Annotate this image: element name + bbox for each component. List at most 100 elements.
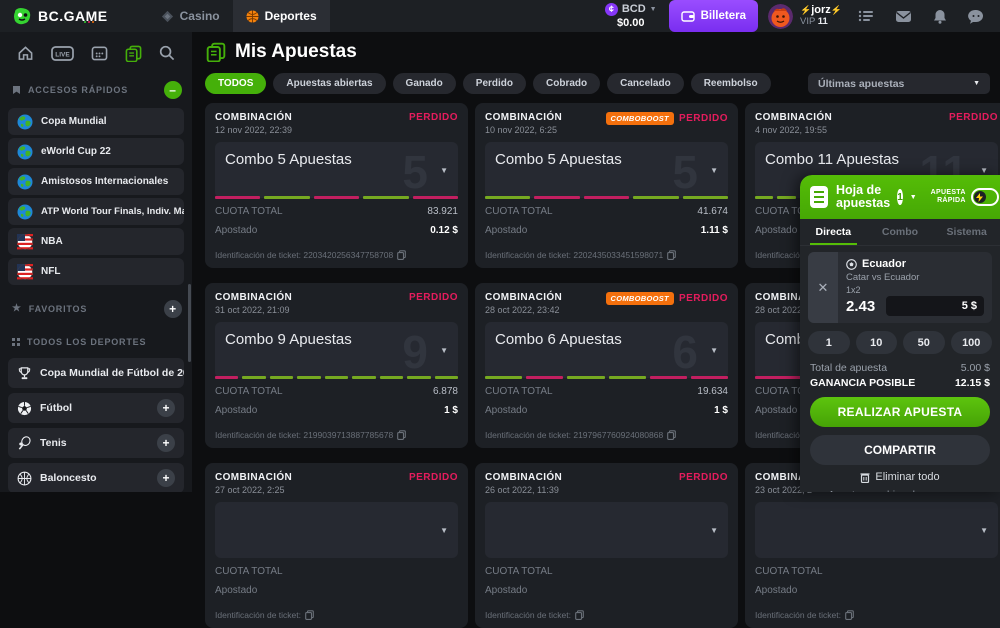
- quick-access-label: ACCESOS RÁPIDOS: [28, 85, 128, 95]
- sidebar-item-nfl[interactable]: NFL: [8, 258, 184, 285]
- cuota-label: CUOTA TOTAL: [215, 566, 283, 577]
- copy-icon[interactable]: [575, 610, 584, 620]
- copy-icon[interactable]: [305, 610, 314, 620]
- expand-card-caret[interactable]: ▼: [710, 166, 718, 175]
- bet-list-icon[interactable]: [858, 9, 874, 23]
- copy-icon[interactable]: [845, 610, 854, 620]
- leg-result-segments: [485, 196, 728, 199]
- my-bets-icon[interactable]: [125, 45, 142, 62]
- currency-selector[interactable]: ¢ BCD ▼ $0.00: [605, 3, 657, 29]
- home-icon[interactable]: [17, 45, 34, 61]
- clear-all-button[interactable]: Eliminar todo: [800, 471, 1000, 483]
- combo-summary-box: ▼: [485, 502, 728, 558]
- remove-selection-button[interactable]: ✕: [808, 252, 838, 323]
- user-info[interactable]: ⚡jorz⚡ VIP 11: [800, 4, 842, 28]
- collapse-quick-access-button[interactable]: –: [164, 81, 182, 99]
- expand-sport-button[interactable]: +: [157, 434, 175, 452]
- tab-sistema[interactable]: Sistema: [933, 219, 1000, 245]
- copy-icon[interactable]: [667, 250, 676, 260]
- live-icon[interactable]: LIVE: [51, 46, 74, 61]
- sort-dropdown[interactable]: Últimas apuestas ▼: [808, 73, 990, 94]
- selection-count-badge[interactable]: 1: [897, 189, 903, 205]
- tennis-icon: [17, 436, 32, 451]
- wallet-button[interactable]: Billetera: [669, 0, 758, 32]
- expand-card-caret[interactable]: ▼: [980, 166, 988, 175]
- quick-amount-100[interactable]: 100: [951, 331, 993, 354]
- filter-pill-cancelado[interactable]: Cancelado: [607, 73, 684, 94]
- nav-tab-casino[interactable]: Casino: [148, 0, 233, 32]
- status-badge: PERDIDO: [409, 112, 458, 123]
- chevron-down-icon[interactable]: ▼: [910, 194, 917, 201]
- currency-code: BCD: [622, 3, 646, 15]
- filter-pill-cobrado[interactable]: Cobrado: [533, 73, 600, 94]
- bet-type-label: COMBINACIÓN: [485, 292, 562, 303]
- sidebar-item-tenis[interactable]: Tenis+: [8, 428, 184, 458]
- tab-directa[interactable]: Directa: [800, 219, 867, 245]
- filter-pill-apuestas-abiertas[interactable]: Apuestas abiertas: [273, 73, 385, 94]
- chevron-down-icon: ▼: [650, 6, 657, 14]
- cuota-label: CUOTA TOTAL: [215, 386, 283, 397]
- bcgame-logo[interactable]: BC.GAME: [0, 6, 120, 26]
- bet-date: 26 oct 2022, 11:39: [485, 485, 562, 495]
- expand-sport-button[interactable]: +: [157, 469, 175, 487]
- expand-card-caret[interactable]: ▼: [980, 526, 988, 535]
- schedule-calendar-icon[interactable]: [91, 45, 108, 61]
- add-favorite-button[interactable]: +: [164, 300, 182, 318]
- copy-icon[interactable]: [667, 430, 676, 440]
- quick-amount-50[interactable]: 50: [903, 331, 945, 354]
- filter-pill-todos[interactable]: TODOS: [205, 73, 266, 94]
- quick-bet-toggle[interactable]: [971, 188, 1000, 206]
- leg-won-segment: [407, 376, 430, 379]
- expand-card-caret[interactable]: ▼: [440, 346, 448, 355]
- messages-icon[interactable]: [895, 10, 912, 23]
- all-sports-header: TODOS LOS DEPORTES: [0, 328, 192, 353]
- bcgame-logo-icon: [12, 6, 32, 26]
- place-bet-button[interactable]: REALIZAR APUESTA: [810, 397, 990, 427]
- tab-combo[interactable]: Combo: [867, 219, 934, 245]
- expand-card-caret[interactable]: ▼: [710, 346, 718, 355]
- expand-card-caret[interactable]: ▼: [440, 166, 448, 175]
- favorites-label: FAVORITOS: [29, 304, 87, 314]
- sidebar-scrollbar[interactable]: [188, 284, 191, 362]
- leg-won-segment: [435, 376, 458, 379]
- filter-pill-reembolso[interactable]: Reembolso: [691, 73, 771, 94]
- sidebar-nav-icons: LIVE: [0, 34, 192, 72]
- bet-card-header: COMBINACIÓN4 nov 2022, 19:55PERDIDO: [755, 112, 998, 135]
- leg-result-segments: [485, 376, 728, 379]
- nav-tab-deportes[interactable]: Deportes: [233, 0, 330, 32]
- selection-market: 1x2: [846, 285, 984, 295]
- sort-value: Últimas apuestas: [818, 78, 904, 90]
- cuota-value: 83.921: [427, 206, 458, 217]
- copy-icon[interactable]: [397, 250, 406, 260]
- ticket-label: Identificación de ticket:: [215, 610, 301, 620]
- sidebar-item-amistosos-internacionales[interactable]: Amistosos Internacionales: [8, 168, 184, 195]
- ticket-id-row: Identificación de ticket: 22024350334515…: [485, 250, 676, 260]
- sidebar-item-copa-mundial-de-f-tbol-de-2022[interactable]: Copa Mundial de Fútbol de 2022: [8, 358, 184, 388]
- search-icon[interactable]: [159, 45, 175, 61]
- sidebar-item-label: ATP World Tour Finals, Indiv. Masc.: [41, 206, 184, 217]
- share-button[interactable]: COMPARTIR: [810, 435, 990, 465]
- expand-card-caret[interactable]: ▼: [440, 526, 448, 535]
- quick-amount-10[interactable]: 10: [856, 331, 898, 354]
- sidebar-item-f-tbol[interactable]: Fútbol +: [8, 393, 184, 423]
- expand-sport-button[interactable]: +: [157, 399, 175, 417]
- user-avatar[interactable]: [768, 4, 793, 29]
- notifications-bell-icon[interactable]: [933, 9, 947, 24]
- sidebar-item-baloncesto[interactable]: Baloncesto+: [8, 463, 184, 492]
- expand-card-caret[interactable]: ▼: [710, 526, 718, 535]
- sidebar-item-copa-mundial[interactable]: Copa Mundial: [8, 108, 184, 135]
- cuota-row: CUOTA TOTAL6.878: [215, 386, 458, 397]
- sidebar-item-atp-world-tour-finals-indiv-masc-[interactable]: ATP World Tour Finals, Indiv. Masc.: [8, 198, 184, 225]
- sidebar-item-eworld-cup-22[interactable]: eWorld Cup 22: [8, 138, 184, 165]
- vip-label: VIP: [800, 16, 815, 27]
- filter-pill-perdido[interactable]: Perdido: [463, 73, 526, 94]
- copy-icon[interactable]: [397, 430, 406, 440]
- sidebar-item-nba[interactable]: NBA: [8, 228, 184, 255]
- leg-won-segment: [683, 196, 728, 199]
- filter-pill-ganado[interactable]: Ganado: [393, 73, 456, 94]
- quick-amount-1[interactable]: 1: [808, 331, 850, 354]
- bet-card-header: COMBINACIÓN31 oct 2022, 21:09PERDIDO: [215, 292, 458, 315]
- chat-icon[interactable]: [968, 9, 984, 24]
- stake-input[interactable]: [886, 296, 984, 316]
- sidebar-item-label: Fútbol: [40, 402, 72, 414]
